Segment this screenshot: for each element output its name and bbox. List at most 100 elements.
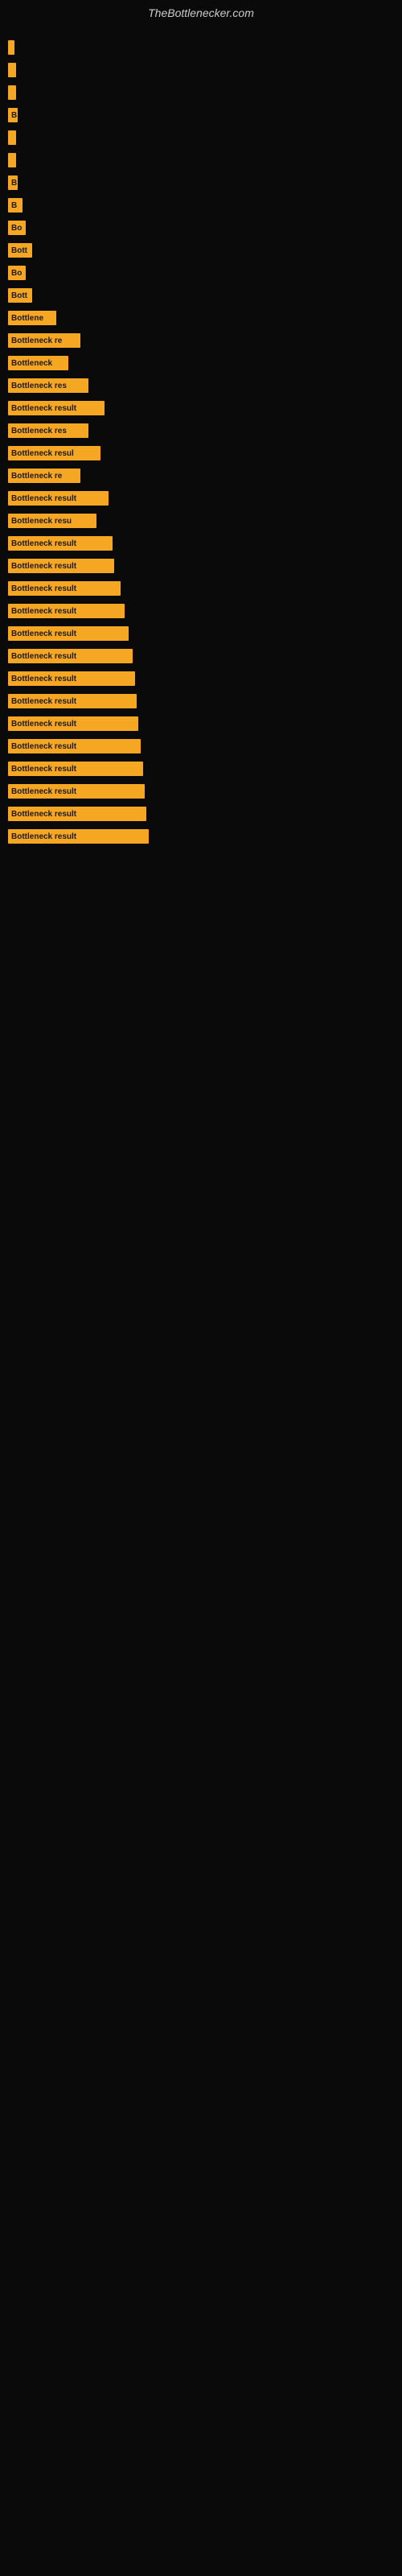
bar-item: Bottleneck resu [8,514,96,528]
bar-item: Bottleneck re [8,333,80,348]
bar-item: Bottleneck res [8,378,88,393]
bar-item: Bottleneck result [8,762,143,776]
bar-label: Bottleneck result [11,832,76,841]
bar-row: Bottleneck result [8,580,394,597]
bar-item: Bott [8,243,32,258]
bar-row: B [8,174,394,192]
bar-row: Bottleneck re [8,332,394,349]
bar-row: Bottleneck result [8,737,394,755]
bar-item [8,153,16,167]
bar-label: B [11,179,17,188]
bar-label: Bottleneck result [11,607,76,616]
bar-label: Bott [11,291,27,300]
bars-container: B B B Bo Bott Bo Bott Bottlene Bottleneck re Bott… [0,23,402,858]
bar-item: Bottleneck result [8,604,125,618]
bar-item [8,40,14,55]
bar-row [8,84,394,101]
bar-label: Bottleneck result [11,584,76,593]
bar-row: Bottleneck result [8,647,394,665]
bar-item: Bottlene [8,311,56,325]
bar-item: B [8,198,23,213]
bar-item: Bottleneck result [8,649,133,663]
bar-row: Bo [8,264,394,282]
bar-label: Bottleneck [11,359,52,368]
bar-label: Bottleneck result [11,765,76,774]
bar-row: B [8,196,394,214]
bar-row: Bottleneck re [8,467,394,485]
bar-row: Bo [8,219,394,237]
bar-label: Bottleneck result [11,742,76,751]
bar-row: Bottleneck resul [8,444,394,462]
bar-row [8,39,394,56]
bar-row: Bottlene [8,309,394,327]
bar-row: Bottleneck result [8,760,394,778]
bar-item [8,63,16,77]
bar-item: Bottleneck result [8,559,114,573]
bar-item: Bottleneck result [8,536,113,551]
bar-item: B [8,175,18,190]
bar-item: Bottleneck result [8,716,138,731]
bar-row: Bottleneck result [8,489,394,507]
bar-item: Bottleneck result [8,694,137,708]
bar-label: Bottleneck result [11,697,76,706]
bar-item: Bottleneck result [8,829,149,844]
bar-item: Bottleneck result [8,401,105,415]
bar-row: Bott [8,242,394,259]
bar-row: Bottleneck result [8,782,394,800]
bar-label: Bottleneck result [11,810,76,819]
bar-row: Bottleneck result [8,805,394,823]
bar-label: Bottleneck result [11,652,76,661]
bar-label: Bottlene [11,314,43,323]
bar-row: Bottleneck res [8,422,394,440]
bar-row: Bottleneck resu [8,512,394,530]
bar-label: Bottleneck result [11,494,76,503]
bar-label: Bottleneck result [11,675,76,683]
bar-row: Bott [8,287,394,304]
bar-row [8,151,394,169]
bar-row: Bottleneck result [8,602,394,620]
bar-row [8,61,394,79]
bar-label: Bottleneck re [11,336,62,345]
bar-item: Bottleneck re [8,469,80,483]
bar-row: Bottleneck result [8,828,394,845]
bar-item: Bottleneck result [8,784,145,799]
bar-label: Bottleneck re [11,472,62,481]
bar-item: Bott [8,288,32,303]
bar-item [8,130,16,145]
bar-row: Bottleneck result [8,399,394,417]
bar-label: Bo [11,269,22,278]
bar-item: Bottleneck result [8,807,146,821]
bar-item: Bottleneck result [8,491,109,506]
bar-label: Bottleneck res [11,382,67,390]
bar-row: Bottleneck result [8,670,394,687]
bar-label: Bottleneck resu [11,517,72,526]
bar-item: B [8,108,18,122]
bar-item: Bo [8,221,26,235]
bar-label: Bottleneck result [11,630,76,638]
site-title-text: TheBottlenecker.com [148,6,254,19]
bar-row [8,129,394,147]
bar-label: Bo [11,224,22,233]
bar-item: Bottleneck res [8,423,88,438]
bar-item: Bottleneck [8,356,68,370]
bar-row: Bottleneck res [8,377,394,394]
bar-label: Bottleneck resul [11,449,74,458]
bar-label: Bottleneck result [11,404,76,413]
bar-label: Bottleneck res [11,427,67,436]
bar-label: Bottleneck result [11,787,76,796]
bar-item: Bottleneck resul [8,446,100,460]
bar-row: Bottleneck result [8,715,394,733]
bar-row: B [8,106,394,124]
site-title: TheBottlenecker.com [0,0,402,23]
bar-label: Bottleneck result [11,720,76,729]
bar-label: Bottleneck result [11,562,76,571]
bar-item: Bottleneck result [8,739,141,753]
bar-item: Bottleneck result [8,671,135,686]
bar-row: Bottleneck result [8,625,394,642]
bar-item: Bo [8,266,26,280]
bar-label: Bottleneck result [11,539,76,548]
bar-row: Bottleneck result [8,692,394,710]
bar-item [8,85,16,100]
bar-item: Bottleneck result [8,626,129,641]
bar-row: Bottleneck result [8,535,394,552]
